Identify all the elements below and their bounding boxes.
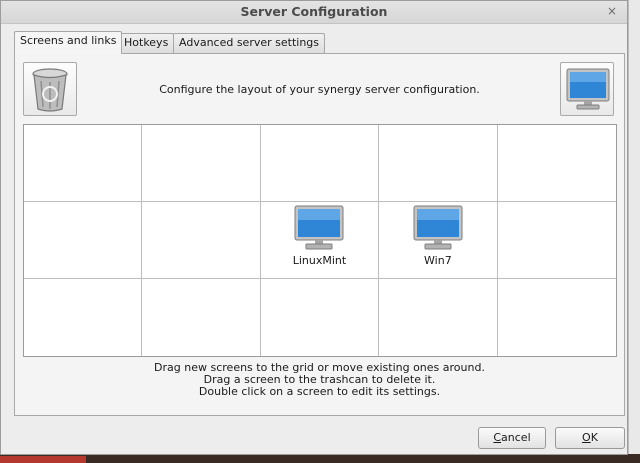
screen-label: Win7: [424, 254, 452, 267]
screens-and-links-panel: Configure the layout of your synergy ser…: [14, 53, 625, 416]
background-window-edge: [628, 0, 640, 463]
ok-mnemonic: O: [582, 431, 591, 444]
ok-label: K: [590, 431, 598, 444]
monitor-icon: [413, 205, 463, 250]
trash-can-icon: [32, 68, 68, 112]
grid-cell[interactable]: [260, 125, 380, 202]
cancel-button[interactable]: Cancel: [478, 427, 546, 449]
title-bar[interactable]: Server Configuration ×: [1, 1, 627, 24]
tab-screens-and-links[interactable]: Screens and links: [14, 31, 123, 54]
cancel-mnemonic: C: [493, 431, 502, 444]
server-configuration-dialog: Server Configuration × Screens and links…: [0, 0, 628, 455]
taskbar-accent: [0, 456, 86, 463]
cancel-label: ancel: [501, 431, 531, 444]
grid-cell[interactable]: LinuxMint: [260, 202, 380, 279]
grid-cell[interactable]: [498, 279, 616, 356]
monitor-icon: [294, 205, 344, 250]
close-icon[interactable]: ×: [605, 4, 619, 18]
grid-cell[interactable]: [379, 279, 498, 356]
trash-drop-target[interactable]: [23, 62, 77, 116]
hint-line: Double click on a screen to edit its set…: [198, 385, 441, 398]
grid-cell[interactable]: [142, 279, 261, 356]
grid-cell[interactable]: [142, 125, 261, 202]
screen-layout-grid[interactable]: LinuxMint Win7: [23, 124, 617, 357]
screen-label: LinuxMint: [292, 254, 347, 267]
grid-cell[interactable]: Win7: [379, 202, 498, 279]
window-title: Server Configuration: [240, 4, 388, 19]
grid-cell[interactable]: [142, 202, 261, 279]
grid-cell[interactable]: [261, 279, 380, 356]
background-taskbar: [0, 454, 640, 463]
screen-win7[interactable]: Win7: [379, 205, 496, 267]
tab-hotkeys[interactable]: Hotkeys: [118, 33, 175, 53]
tab-advanced-server-settings[interactable]: Advanced server settings: [173, 33, 326, 53]
screen-linuxmint[interactable]: LinuxMint: [261, 205, 378, 267]
grid-cell[interactable]: [24, 279, 143, 356]
grid-cell[interactable]: [24, 125, 143, 202]
hint-text: Drag new screens to the grid or move exi…: [15, 362, 624, 398]
monitor-icon: [566, 68, 610, 110]
grid-cell[interactable]: [497, 202, 616, 279]
ok-button[interactable]: OK: [555, 427, 625, 449]
instruction-text: Configure the layout of your synergy ser…: [159, 83, 480, 96]
grid-cell[interactable]: [24, 202, 143, 279]
grid-cell[interactable]: [379, 125, 498, 202]
grid-cell[interactable]: [497, 125, 616, 202]
new-screen-drag-source[interactable]: [560, 62, 614, 116]
